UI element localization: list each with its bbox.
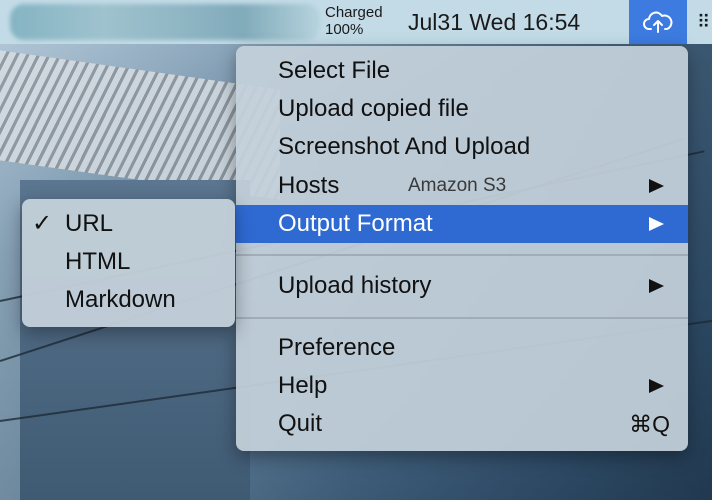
- menu-item-label: Select File: [278, 57, 391, 84]
- menu-item-preference[interactable]: Preference: [236, 329, 688, 367]
- battery-status-label: Charged: [325, 4, 383, 21]
- menu-item-label: Output Format: [278, 210, 433, 237]
- submenu-item-markdown[interactable]: Markdown: [22, 281, 235, 319]
- menu-item-upload-copied-file[interactable]: Upload copied file: [236, 90, 688, 128]
- submenu-item-label: Markdown: [65, 286, 176, 313]
- battery-status[interactable]: Charged 100%: [325, 4, 405, 38]
- menu-item-quit[interactable]: Quit ⌘Q: [236, 405, 688, 443]
- submenu-arrow-icon: [649, 217, 664, 231]
- menu-separator: [236, 254, 688, 256]
- menu-item-label: Quit: [278, 410, 323, 437]
- quit-shortcut: ⌘Q: [629, 411, 670, 437]
- submenu-item-label: HTML: [65, 248, 131, 275]
- menu-item-label: Screenshot And Upload: [278, 133, 531, 160]
- cloud-upload-icon: [643, 11, 673, 33]
- submenu-arrow-icon: [649, 379, 664, 393]
- submenu-item-label: URL: [65, 210, 114, 237]
- menu-bar: Charged 100% Jul31 Wed 16:54 ⠿: [0, 0, 712, 44]
- submenu-arrow-icon: [649, 179, 664, 193]
- blurred-status-items: [10, 4, 320, 40]
- menu-item-select-file[interactable]: Select File: [236, 52, 688, 90]
- menu-item-upload-history[interactable]: Upload history: [236, 267, 688, 305]
- menu-item-label: Upload copied file: [278, 95, 469, 122]
- submenu-item-url[interactable]: ✓ URL: [22, 205, 235, 243]
- battery-percent: 100%: [325, 21, 364, 38]
- menu-item-screenshot-upload[interactable]: Screenshot And Upload: [236, 128, 688, 166]
- submenu-arrow-icon: [649, 279, 664, 293]
- menu-item-hosts[interactable]: Hosts Amazon S3: [236, 167, 688, 205]
- upload-menu-button[interactable]: [629, 0, 687, 44]
- menu-item-output-format[interactable]: Output Format: [236, 205, 688, 243]
- menu-item-label: Help: [278, 372, 328, 399]
- output-format-submenu: ✓ URL HTML Markdown: [22, 199, 235, 327]
- submenu-item-html[interactable]: HTML: [22, 243, 235, 281]
- checkmark-icon: ✓: [32, 210, 53, 237]
- menubar-clock[interactable]: Jul31 Wed 16:54: [408, 9, 580, 36]
- upload-dropdown-menu: Select File Upload copied file Screensho…: [236, 46, 688, 451]
- menu-separator: [236, 317, 688, 319]
- grid-icon[interactable]: ⠿: [697, 13, 710, 31]
- menu-item-label: Hosts: [278, 172, 340, 199]
- menu-item-label: Preference: [278, 334, 396, 361]
- menu-item-label: Upload history: [278, 272, 432, 299]
- menu-item-help[interactable]: Help: [236, 367, 688, 405]
- menu-item-detail: Amazon S3: [408, 175, 507, 196]
